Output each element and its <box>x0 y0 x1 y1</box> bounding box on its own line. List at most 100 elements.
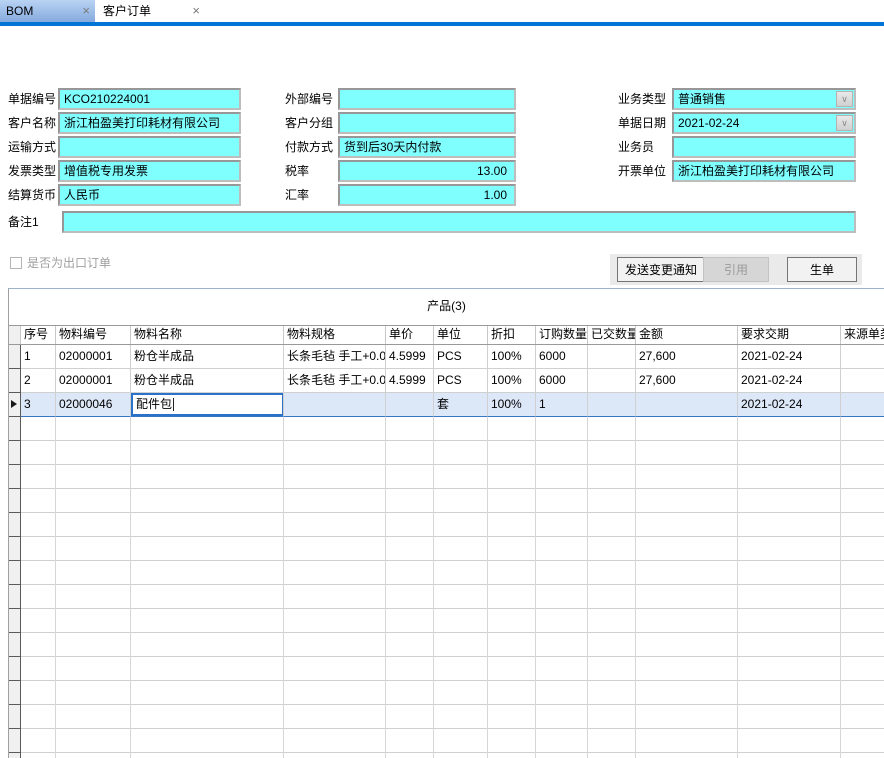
remark1-field[interactable] <box>62 211 856 233</box>
cell-name[interactable]: 粉仓半成品 <box>131 369 284 393</box>
invoice-unit-field[interactable]: 浙江柏盈美打印耗材有限公司 <box>672 160 856 182</box>
doc-date-dropdown-button[interactable]: ∨ <box>836 115 853 131</box>
customer-label: 客户名称 <box>8 112 56 134</box>
cell-delivered[interactable] <box>588 393 636 417</box>
col-header-spec: 物料规格 <box>284 326 386 344</box>
col-header-code: 物料编号 <box>56 326 131 344</box>
cell-due-date[interactable]: 2021-02-24 <box>738 393 841 417</box>
table-row[interactable]: 1 02000001 粉仓半成品 长条毛毡 手工+0.0 4.5999 PCS … <box>9 345 884 369</box>
tax-rate-field[interactable]: 13.00 <box>338 160 516 182</box>
cell-spec[interactable]: 长条毛毡 手工+0.0 <box>284 345 386 369</box>
biz-type-value: 普通销售 <box>678 92 726 106</box>
salesman-field[interactable] <box>672 136 856 158</box>
customer-field[interactable]: 浙江柏盈美打印耗材有限公司 <box>58 112 241 134</box>
table-row[interactable]: 2 02000001 粉仓半成品 长条毛毡 手工+0.0 4.5999 PCS … <box>9 369 884 393</box>
empty-selector-column <box>9 417 21 758</box>
invoice-unit-label: 开票单位 <box>618 160 666 182</box>
product-panel: 产品(3) 序号 物料编号 物料名称 物料规格 单价 单位 折扣 订购数量 已交… <box>8 288 884 758</box>
cell-unit[interactable]: 套 <box>434 393 488 417</box>
cell-price[interactable]: 4.5999 <box>386 369 434 393</box>
cell-code[interactable]: 02000001 <box>56 345 131 369</box>
payment-label: 付款方式 <box>285 136 333 158</box>
cell-code[interactable]: 02000001 <box>56 369 131 393</box>
currency-label: 结算货币 <box>8 184 56 206</box>
product-panel-title: 产品(3) <box>9 289 884 325</box>
cell-seq[interactable]: 2 <box>21 369 56 393</box>
col-header-price: 单价 <box>386 326 434 344</box>
cell-qty[interactable]: 1 <box>536 393 588 417</box>
biz-type-dropdown-button[interactable]: ∨ <box>836 91 853 107</box>
cell-source[interactable] <box>841 369 884 393</box>
cell-source[interactable] <box>841 345 884 369</box>
chevron-down-icon: ∨ <box>841 118 848 128</box>
cell-spec[interactable]: 长条毛毡 手工+0.0 <box>284 369 386 393</box>
send-change-notice-button[interactable]: 发送变更通知 <box>617 257 705 282</box>
table-row-selected[interactable]: 3 02000046 配件包 套 100% 1 2021-02-24 <box>9 392 884 417</box>
cell-delivered[interactable] <box>588 369 636 393</box>
cell-code[interactable]: 02000046 <box>56 393 131 417</box>
cell-discount[interactable]: 100% <box>488 345 536 369</box>
tab-bom-label: BOM <box>6 4 33 18</box>
cell-qty[interactable]: 6000 <box>536 369 588 393</box>
cell-discount[interactable]: 100% <box>488 393 536 417</box>
cell-amount[interactable]: 27,600 <box>636 369 738 393</box>
quote-button: 引用 <box>703 257 769 282</box>
tax-rate-label: 税率 <box>285 160 309 182</box>
cell-spec[interactable] <box>284 393 386 417</box>
remark1-label: 备注1 <box>8 211 39 233</box>
cell-price[interactable] <box>386 393 434 417</box>
generate-order-button[interactable]: 生单 <box>787 257 857 282</box>
doc-date-dropdown[interactable]: 2021-02-24 ∨ <box>672 112 856 134</box>
row-selector[interactable] <box>9 345 21 369</box>
cell-unit[interactable]: PCS <box>434 369 488 393</box>
exchange-rate-label: 汇率 <box>285 184 309 206</box>
payment-field[interactable]: 货到后30天内付款 <box>338 136 516 158</box>
close-icon[interactable]: × <box>82 0 90 22</box>
doc-no-field[interactable]: KCO210224001 <box>58 88 241 110</box>
cell-seq[interactable]: 1 <box>21 345 56 369</box>
cell-amount[interactable] <box>636 393 738 417</box>
cell-source[interactable] <box>841 393 884 417</box>
cell-discount[interactable]: 100% <box>488 369 536 393</box>
cell-seq[interactable]: 3 <box>21 393 56 417</box>
cell-editor[interactable]: 配件包 <box>131 393 284 416</box>
salesman-label: 业务员 <box>618 136 654 158</box>
tab-bar: BOM × 客户订单 × <box>0 0 884 22</box>
cell-unit[interactable]: PCS <box>434 345 488 369</box>
invoice-type-label: 发票类型 <box>8 160 56 182</box>
text-caret <box>173 398 174 411</box>
cell-price[interactable]: 4.5999 <box>386 345 434 369</box>
biz-type-dropdown[interactable]: 普通销售 ∨ <box>672 88 856 110</box>
ext-no-label: 外部编号 <box>285 88 333 110</box>
col-header-qty: 订购数量 <box>536 326 588 344</box>
export-order-checkbox[interactable] <box>10 257 22 269</box>
tab-bom[interactable]: BOM × <box>0 0 95 22</box>
col-header-source: 来源单类 <box>841 326 884 344</box>
cell-amount[interactable]: 27,600 <box>636 345 738 369</box>
currency-field[interactable]: 人民币 <box>58 184 241 206</box>
row-selector[interactable] <box>9 369 21 393</box>
tab-underline <box>0 22 884 26</box>
doc-no-label: 单据编号 <box>8 88 56 110</box>
invoice-type-field[interactable]: 增值税专用发票 <box>58 160 241 182</box>
cell-editor-text: 配件包 <box>136 397 172 411</box>
tab-customer-order[interactable]: 客户订单 × <box>97 0 205 22</box>
transport-field[interactable] <box>58 136 241 158</box>
col-header-seq: 序号 <box>21 326 56 344</box>
transport-label: 运输方式 <box>8 136 56 158</box>
cust-group-field[interactable] <box>338 112 516 134</box>
cell-due-date[interactable]: 2021-02-24 <box>738 369 841 393</box>
grid-empty-area <box>9 417 884 758</box>
cell-name[interactable]: 粉仓半成品 <box>131 345 284 369</box>
ext-no-field[interactable] <box>338 88 516 110</box>
grid-header: 序号 物料编号 物料名称 物料规格 单价 单位 折扣 订购数量 已交数量 金额 … <box>9 325 884 345</box>
biz-type-label: 业务类型 <box>618 88 666 110</box>
cell-qty[interactable]: 6000 <box>536 345 588 369</box>
row-selector[interactable] <box>9 393 21 417</box>
cell-delivered[interactable] <box>588 345 636 369</box>
customer-order-window: BOM × 客户订单 × 单据编号 KCO210224001 外部编号 业务类型… <box>0 0 884 758</box>
close-icon[interactable]: × <box>192 0 200 22</box>
exchange-rate-field[interactable]: 1.00 <box>338 184 516 206</box>
cell-due-date[interactable]: 2021-02-24 <box>738 345 841 369</box>
cell-name[interactable]: 配件包 <box>131 393 284 417</box>
